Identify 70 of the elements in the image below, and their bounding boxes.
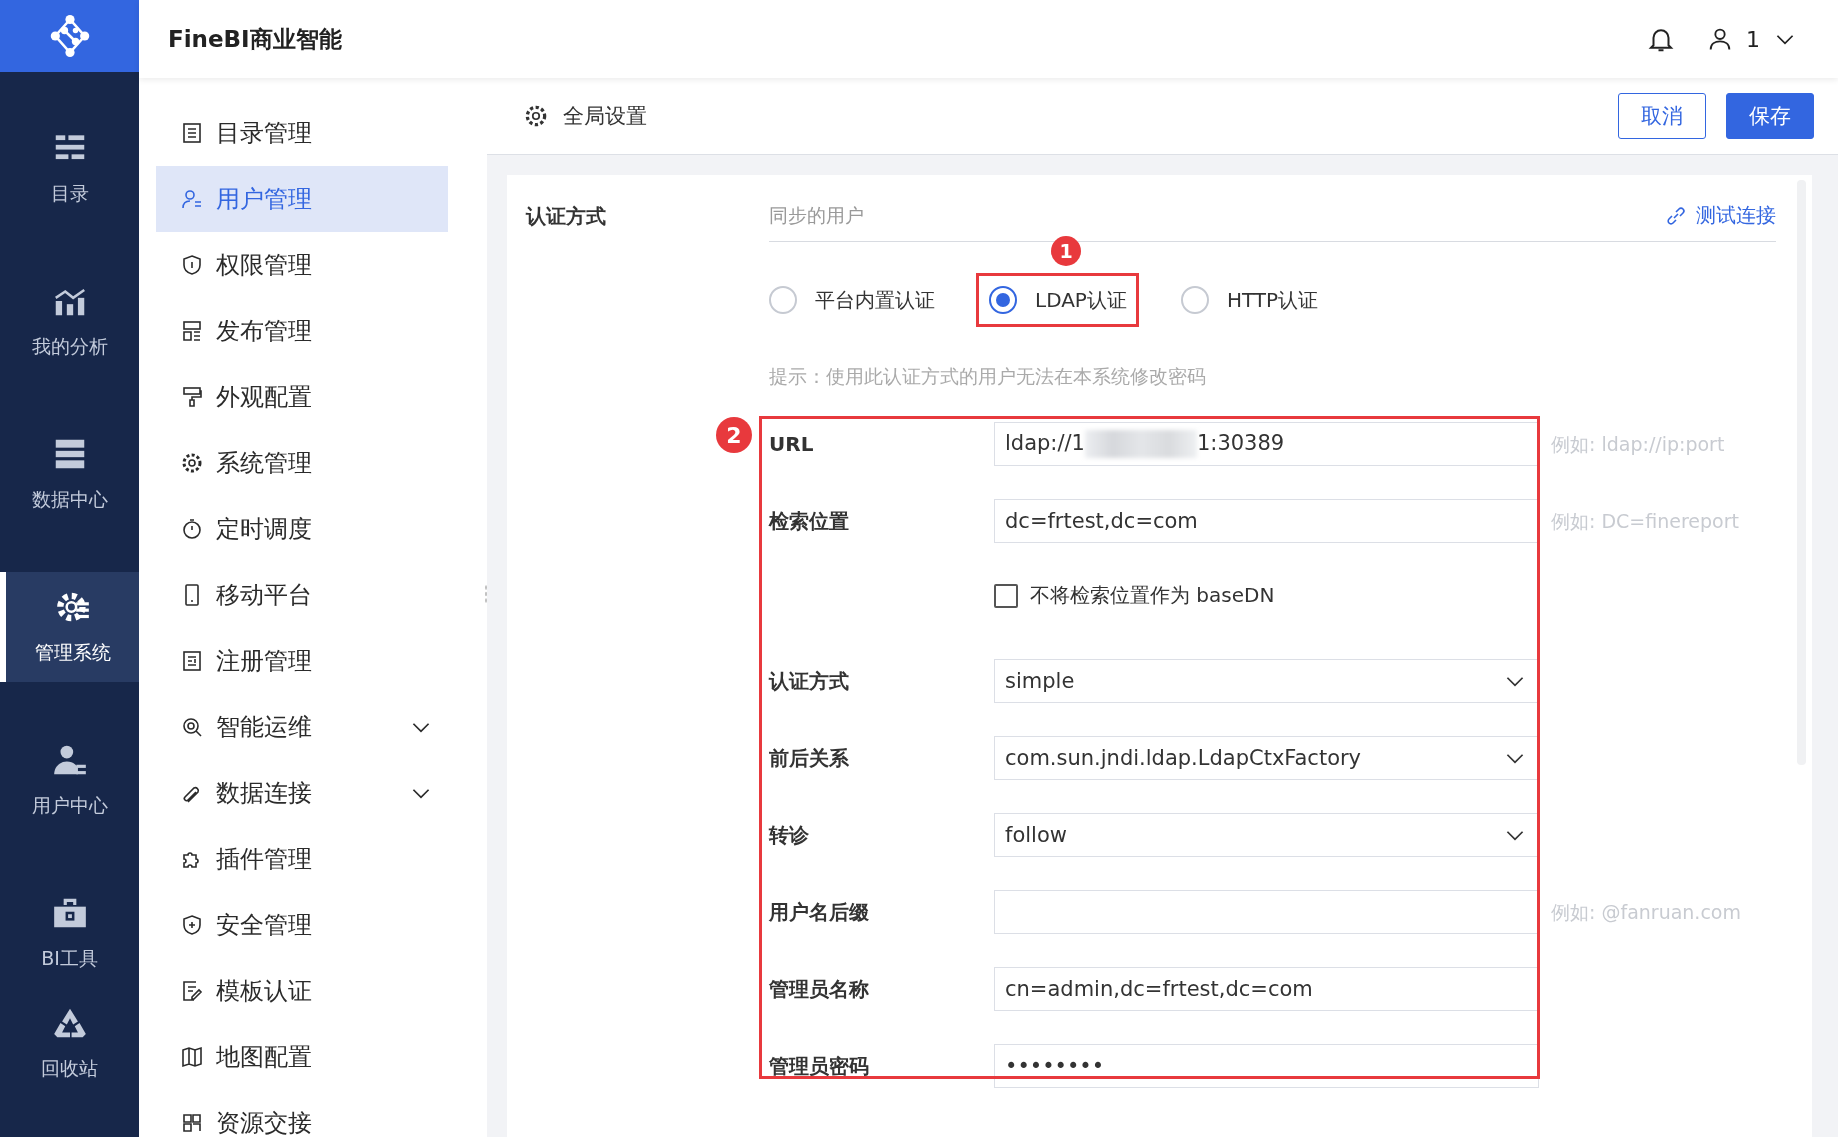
- menu-item[interactable]: 系统管理: [156, 430, 448, 496]
- field-label: 认证方式: [769, 668, 850, 695]
- gear-icon: [180, 451, 204, 475]
- menu-item[interactable]: 智能运维: [156, 694, 448, 760]
- gear-icon: [523, 103, 549, 129]
- field-label: 管理员名称: [769, 976, 870, 1003]
- menu-item[interactable]: 外观配置: [156, 364, 448, 430]
- magnifier-icon: [180, 715, 204, 739]
- callout-badge: 1: [1051, 236, 1081, 266]
- nav-item[interactable]: 目录: [0, 113, 139, 223]
- list-icon: [180, 121, 204, 145]
- radio-button[interactable]: [1180, 286, 1209, 314]
- field-label: 前后关系: [769, 745, 850, 772]
- menu-item[interactable]: 安全管理: [156, 892, 448, 958]
- menu-item[interactable]: 地图配置: [156, 1024, 448, 1090]
- field-label: 管理员密码: [769, 1053, 870, 1080]
- menu-item[interactable]: 定时调度: [156, 496, 448, 562]
- checkbox-label[interactable]: 不将检索位置作为 baseDN: [1030, 582, 1275, 609]
- dropdown-field[interactable]: follow: [994, 813, 1539, 857]
- nav-item[interactable]: 我的分析: [0, 266, 139, 376]
- checkbox[interactable]: [994, 583, 1018, 608]
- input-field[interactable]: dc=frtest,dc=com: [994, 499, 1539, 543]
- input-field[interactable]: ldap://1 1:30389: [994, 422, 1539, 466]
- hint-text: 提示：使用此认证方式的用户无法在本系统修改密码: [769, 364, 1207, 389]
- nav-item[interactable]: 回收站: [0, 988, 139, 1098]
- dropdown-field[interactable]: simple: [994, 659, 1539, 703]
- radio-button[interactable]: [769, 286, 797, 314]
- menu-item[interactable]: 权限管理: [156, 232, 448, 298]
- page-title: 全局设置: [563, 103, 648, 130]
- user-icon: [180, 187, 204, 211]
- user-name[interactable]: 1: [1746, 26, 1760, 52]
- radio-label[interactable]: HTTP认证: [1226, 286, 1319, 314]
- menu-item[interactable]: 数据连接: [156, 760, 448, 826]
- dropdown-field[interactable]: com.sun.jndi.ldap.LdapCtxFactory: [994, 736, 1539, 780]
- nav-item[interactable]: 管理系统: [0, 572, 139, 682]
- menu-item[interactable]: 插件管理: [156, 826, 448, 892]
- input-field[interactable]: ••••••••: [994, 1044, 1539, 1088]
- test-connection-link[interactable]: 测试连接: [1664, 202, 1776, 229]
- field-label: 用户名后缀: [769, 899, 870, 926]
- field-label: 转诊: [769, 822, 810, 849]
- menu-item[interactable]: 资源交接: [156, 1090, 448, 1137]
- app-title: FineBI商业智能: [168, 24, 343, 54]
- stopwatch-icon: [180, 517, 204, 541]
- menu-item[interactable]: 移动平台: [156, 562, 448, 628]
- form-icon: [180, 649, 204, 673]
- cancel-button[interactable]: 取消: [1618, 93, 1706, 139]
- radio-label[interactable]: 平台内置认证: [815, 286, 935, 314]
- shield-icon: [180, 253, 204, 277]
- paint-roller-icon: [180, 385, 204, 409]
- nav-item[interactable]: BI工具: [0, 878, 139, 988]
- input-field[interactable]: cn=admin,dc=frtest,dc=com: [994, 967, 1539, 1011]
- radio-button[interactable]: [989, 286, 1017, 314]
- map-icon: [180, 1045, 204, 1069]
- menu-item[interactable]: 发布管理: [156, 298, 448, 364]
- menu-item[interactable]: 目录管理: [156, 100, 448, 166]
- radio-label[interactable]: LDAP认证: [1035, 286, 1127, 314]
- save-button[interactable]: 保存: [1726, 93, 1814, 139]
- menu-item[interactable]: 用户管理: [156, 166, 448, 232]
- callout-badge: 2: [716, 417, 752, 453]
- document-pen-icon: [180, 979, 204, 1003]
- shield-plus-icon: [180, 913, 204, 937]
- field-label: URL: [769, 431, 815, 458]
- menu-item[interactable]: 模板认证: [156, 958, 448, 1024]
- section-label: 认证方式: [526, 203, 607, 230]
- nav-item[interactable]: 用户中心: [0, 725, 139, 835]
- layout-icon: [180, 319, 204, 343]
- input-field[interactable]: [994, 890, 1539, 934]
- nav-item[interactable]: 数据中心: [0, 419, 139, 529]
- field-label: 检索位置: [769, 508, 850, 535]
- menu-item[interactable]: 注册管理: [156, 628, 448, 694]
